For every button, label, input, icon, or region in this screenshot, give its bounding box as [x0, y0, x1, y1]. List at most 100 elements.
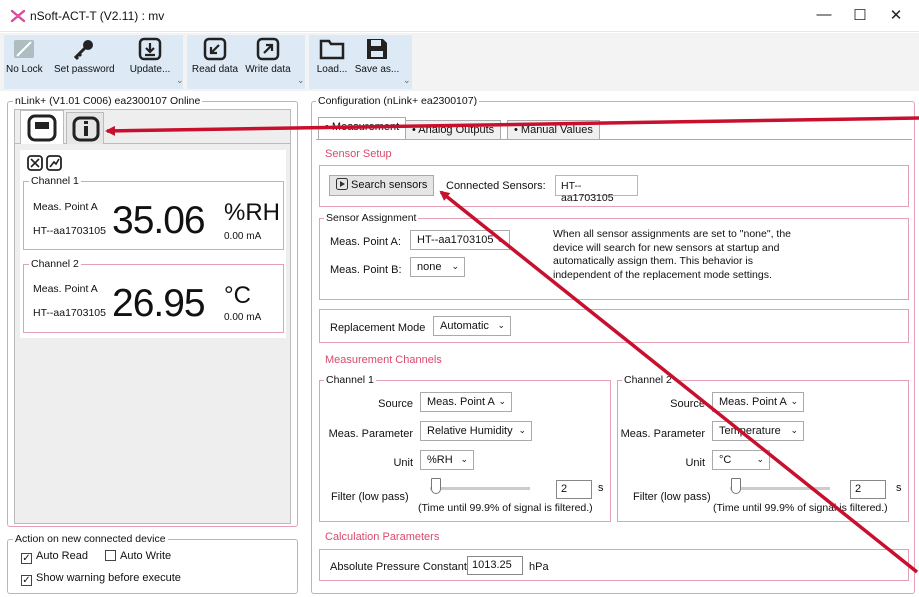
- no-lock-button[interactable]: No Lock: [6, 35, 43, 89]
- folder-icon: [319, 39, 345, 60]
- config-channel-2-title: Channel 2: [622, 374, 674, 386]
- pressure-label: Absolute Pressure Constant: [330, 561, 467, 573]
- config-channel-2-unit-label: Unit: [685, 457, 705, 469]
- toolbar-group-security: No Lock Set password Update... ⌄: [4, 35, 184, 89]
- measurement-channels-heading: Measurement Channels: [325, 354, 442, 366]
- channel-1-unit: %RH: [224, 199, 281, 226]
- minimize-button[interactable]: —: [804, 6, 844, 23]
- config-channel-1-unit-dropdown[interactable]: %RH ⌄: [420, 450, 474, 470]
- save-icon: [367, 39, 387, 59]
- config-channel-1-filter-label: Filter (low pass): [331, 491, 409, 503]
- chevron-down-icon: ⌄: [518, 425, 526, 435]
- tab-info[interactable]: [66, 112, 104, 144]
- chevron-down-icon: ⌄: [497, 320, 505, 330]
- search-sensors-button[interactable]: Search sensors: [329, 175, 435, 196]
- set-password-button[interactable]: Set password: [54, 35, 115, 89]
- config-channel-2-unit-dropdown[interactable]: °C ⌄: [712, 450, 770, 470]
- channel-2-unit: °C: [224, 282, 251, 309]
- write-data-icon: [256, 37, 280, 61]
- config-channel-1-filter-slider[interactable]: [431, 478, 441, 494]
- read-data-button[interactable]: Read data: [190, 35, 240, 89]
- pressure-input[interactable]: 1013.25: [467, 556, 523, 575]
- pressure-unit: hPa: [529, 561, 549, 573]
- show-warning-checkbox[interactable]: ✓ Show warning before execute: [21, 572, 181, 586]
- download-icon: [138, 37, 162, 61]
- channel-1-title: Channel 1: [29, 175, 81, 187]
- config-channel-1-filter-input[interactable]: 2: [556, 480, 592, 499]
- config-channel-1-param-label: Meas. Parameter: [328, 428, 413, 440]
- channel-1-value: 35.06: [112, 199, 206, 242]
- point-a-dropdown[interactable]: HT--aa1703105 ⌄: [410, 230, 510, 250]
- chevron-down-icon: ⌄: [460, 454, 468, 464]
- save-as-button[interactable]: Save as...: [352, 35, 402, 89]
- no-lock-icon: [14, 40, 34, 58]
- config-channel-2-filter-unit: s: [896, 482, 902, 494]
- tab-underline: [316, 139, 912, 140]
- values-tab-icon: [27, 114, 57, 142]
- update-button[interactable]: Update...: [125, 35, 175, 89]
- write-data-button[interactable]: Write data: [242, 35, 294, 89]
- toolbar-expander-1[interactable]: ⌄: [176, 75, 184, 86]
- key-icon: [73, 40, 93, 61]
- config-channel-1-filter-unit: s: [598, 482, 604, 494]
- sensor-assignment-title: Sensor Assignment: [324, 212, 419, 224]
- auto-read-check: ✓: [21, 553, 32, 564]
- config-channel-2-filter-track: [730, 487, 830, 490]
- chevron-down-icon: ⌄: [790, 396, 798, 406]
- config-channel-1-source-dropdown[interactable]: Meas. Point A ⌄: [420, 392, 512, 412]
- config-channel-1-filter-track: [430, 487, 530, 490]
- app-logo-icon: [10, 9, 26, 23]
- calculation-parameters-heading: Calculation Parameters: [325, 531, 440, 543]
- replacement-mode-dropdown[interactable]: Automatic ⌄: [433, 316, 511, 336]
- toolbar-expander-2[interactable]: ⌄: [297, 75, 305, 86]
- play-icon: [336, 178, 348, 190]
- disconnect-icon[interactable]: [27, 155, 43, 171]
- config-channel-2-filter-label: Filter (low pass): [633, 491, 711, 503]
- toolbar-group-file: Load... Save as... ⌄: [309, 35, 412, 89]
- sensor-setup-heading: Sensor Setup: [325, 148, 392, 160]
- config-channel-1-source-label: Source: [378, 398, 413, 410]
- show-warning-check: ✓: [21, 575, 32, 586]
- info-icon: [72, 116, 100, 142]
- config-channel-2-filter-slider[interactable]: [731, 478, 741, 494]
- config-channel-1-title: Channel 1: [324, 374, 376, 386]
- tab-analog-outputs[interactable]: • Analog Outputs: [405, 120, 502, 140]
- toolbar: No Lock Set password Update... ⌄ Read da…: [0, 33, 919, 91]
- action-panel-title: Action on new connected device: [13, 533, 168, 545]
- close-button[interactable]: ✕: [876, 6, 916, 24]
- load-button[interactable]: Load...: [311, 35, 353, 89]
- auto-read-checkbox[interactable]: ✓ Auto Read: [21, 550, 88, 564]
- window-title: nSoft-ACT-T (V2.11) : mv: [30, 9, 165, 23]
- config-channel-1-param-dropdown[interactable]: Relative Humidity ⌄: [420, 421, 532, 441]
- chevron-down-icon: ⌄: [756, 454, 764, 464]
- chart-icon[interactable]: [46, 155, 62, 171]
- chevron-down-icon: ⌄: [790, 425, 798, 435]
- toolbar-group-data: Read data Write data ⌄: [187, 35, 305, 89]
- tab-values[interactable]: [20, 110, 64, 144]
- device-panel-title: nLink+ (V1.01 C006) ea2300107 Online: [13, 95, 203, 107]
- config-channel-1-unit-label: Unit: [393, 457, 413, 469]
- channel-1-current: 0.00 mA: [224, 231, 262, 242]
- maximize-button[interactable]: ☐: [840, 6, 880, 24]
- point-b-dropdown[interactable]: none ⌄: [410, 257, 465, 277]
- config-channel-2-source-dropdown[interactable]: Meas. Point A ⌄: [712, 392, 804, 412]
- chevron-down-icon: ⌄: [498, 396, 506, 406]
- config-channel-2-filter-input[interactable]: 2: [850, 480, 886, 499]
- point-b-label: Meas. Point B:: [330, 264, 402, 276]
- channel-2-title: Channel 2: [29, 258, 81, 270]
- config-channel-2-filter-note: (Time until 99.9% of signal is filtered.…: [713, 502, 888, 514]
- title-bar: nSoft-ACT-T (V2.11) : mv — ☐ ✕: [0, 0, 919, 32]
- auto-write-checkbox[interactable]: Auto Write: [105, 550, 171, 562]
- chevron-down-icon: ⌄: [451, 261, 459, 271]
- assignment-note: When all sensor assignments are set to "…: [553, 228, 791, 281]
- point-a-label: Meas. Point A:: [330, 236, 401, 248]
- channel-2-current: 0.00 mA: [224, 312, 262, 323]
- read-data-icon: [203, 37, 227, 61]
- connected-sensors-value: HT--aa1703105: [555, 175, 638, 204]
- channel-2-sensor: HT--aa1703105: [33, 307, 106, 319]
- toolbar-expander-3[interactable]: ⌄: [403, 75, 411, 86]
- channel-1-sensor: HT--aa1703105: [33, 225, 106, 237]
- tab-measurement[interactable]: • Measurement: [318, 117, 407, 140]
- config-channel-2-param-dropdown[interactable]: Temperature ⌄: [712, 421, 804, 441]
- tab-manual-values[interactable]: • Manual Values: [507, 120, 600, 140]
